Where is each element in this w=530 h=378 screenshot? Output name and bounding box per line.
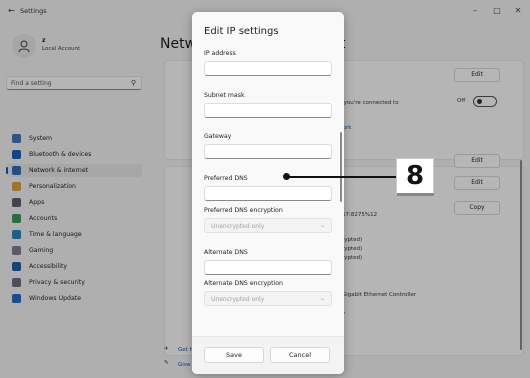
ip-address-input[interactable]	[204, 61, 332, 76]
chevron-down-icon: ⌄	[319, 295, 325, 302]
callout-number-badge: 8	[396, 158, 434, 194]
dialog-footer: Save Cancel	[192, 336, 344, 374]
alternate-dns-label: Alternate DNS	[204, 249, 248, 256]
edit-ip-settings-dialog: Edit IP settings IP address Subnet mask …	[192, 12, 344, 374]
gateway-input[interactable]	[204, 144, 332, 159]
ip-address-label: IP address	[204, 50, 236, 57]
gateway-label: Gateway	[204, 133, 232, 140]
alternate-dns-encryption-value: Unencrypted only	[211, 296, 265, 303]
preferred-dns-input[interactable]	[204, 186, 332, 201]
dialog-title: Edit IP settings	[204, 26, 279, 37]
preferred-dns-encryption-select[interactable]: Unencrypted only ⌄	[204, 218, 332, 233]
callout-badge-underline	[397, 193, 434, 196]
dialog-scrollbar[interactable]	[340, 132, 342, 202]
alternate-dns-encryption-label: Alternate DNS encryption	[204, 280, 283, 287]
alternate-dns-input[interactable]	[204, 260, 332, 275]
preferred-dns-label: Preferred DNS	[204, 175, 248, 182]
subnet-mask-label: Subnet mask	[204, 92, 245, 99]
cancel-button[interactable]: Cancel	[270, 347, 330, 363]
preferred-dns-encryption-label: Preferred DNS encryption	[204, 207, 283, 214]
subnet-mask-input[interactable]	[204, 103, 332, 118]
alternate-dns-encryption-select[interactable]: Unencrypted only ⌄	[204, 291, 332, 306]
preferred-dns-encryption-value: Unencrypted only	[211, 223, 265, 230]
save-button[interactable]: Save	[204, 347, 264, 363]
chevron-down-icon: ⌄	[319, 222, 325, 229]
callout-pointer-line	[287, 176, 397, 178]
